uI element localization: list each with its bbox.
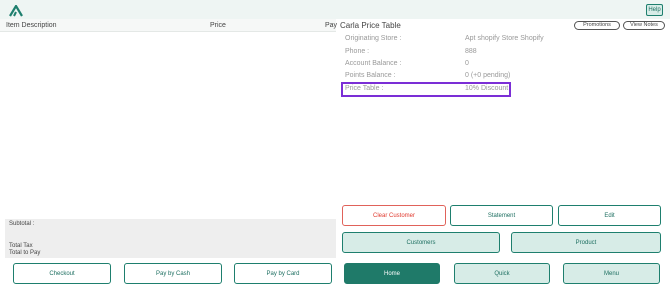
column-price: Price <box>210 22 226 29</box>
account-balance-row: Account Balance : 0 <box>345 60 469 67</box>
promotions-button[interactable]: Promotions <box>574 21 620 30</box>
total-tax-label: Total Tax <box>9 243 33 249</box>
checkout-button[interactable]: Checkout <box>13 263 111 284</box>
originating-store-row: Originating Store : Apt shopify Store Sho… <box>345 35 544 42</box>
home-button[interactable]: Home <box>344 263 440 284</box>
phone-value: 888 <box>465 48 477 55</box>
statement-button[interactable]: Statement <box>450 205 553 226</box>
points-balance-label: Points Balance : <box>345 72 396 79</box>
account-balance-label: Account Balance : <box>345 60 402 67</box>
quick-button[interactable]: Quick <box>454 263 550 284</box>
pay-by-cash-button[interactable]: Pay by Cash <box>124 263 222 284</box>
phone-label: Phone : <box>345 48 370 55</box>
top-bar: Help <box>0 0 670 19</box>
account-balance-value: 0 <box>465 60 469 67</box>
originating-store-value: Apt shopify Store Shopify <box>465 35 544 42</box>
customer-name: Carla Price Table <box>340 21 401 30</box>
logo-icon <box>9 5 23 17</box>
price-table-highlight <box>341 82 511 97</box>
points-balance-value: 0 (+0 pending) <box>465 72 511 79</box>
product-button[interactable]: Product <box>511 232 661 253</box>
phone-row: Phone : 888 <box>345 48 477 55</box>
pay-by-card-button[interactable]: Pay by Card <box>234 263 332 284</box>
help-button[interactable]: Help <box>646 4 663 16</box>
points-balance-row: Points Balance : 0 (+0 pending) <box>345 72 510 79</box>
view-notes-button[interactable]: View Notes <box>623 21 665 30</box>
clear-customer-button[interactable]: Clear Customer <box>342 205 446 226</box>
cart-header: Item Description Price Pay <box>0 19 338 32</box>
subtotal-label: Subtotal : <box>9 221 35 227</box>
originating-store-label: Originating Store : <box>345 35 402 42</box>
column-item-description: Item Description <box>6 22 57 29</box>
total-to-pay-label: Total to Pay <box>9 250 41 256</box>
customers-button[interactable]: Customers <box>342 232 500 253</box>
menu-button[interactable]: Menu <box>563 263 660 284</box>
totals-panel: Subtotal : Total Tax Total to Pay <box>5 219 336 258</box>
column-pay: Pay <box>325 22 338 29</box>
edit-button[interactable]: Edit <box>558 205 661 226</box>
